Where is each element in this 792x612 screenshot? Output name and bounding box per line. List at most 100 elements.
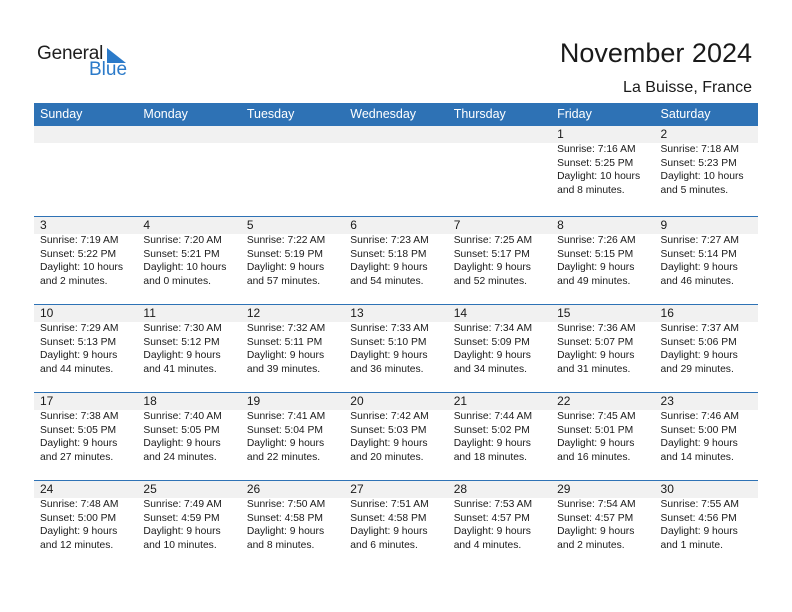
- daylight-minutes-text: and 36 minutes.: [350, 363, 424, 375]
- sunset-text: Sunset: 5:01 PM: [557, 424, 634, 436]
- daylight-text: Daylight: 9 hours: [660, 262, 738, 273]
- day-number: 29: [557, 482, 571, 496]
- daylight-text: Daylight: 10 hours: [660, 171, 744, 182]
- sunrise-text: Sunrise: 7:48 AM: [40, 499, 119, 510]
- day-number: 16: [660, 306, 674, 320]
- day-cell: 22 Sunrise: 7:45 AM Sunset: 5:01 PM Dayligh…: [551, 393, 654, 464]
- sunrise-text: Sunrise: 7:18 AM: [660, 144, 739, 155]
- weekday-wednesday: Wednesday: [350, 107, 417, 121]
- empty-day-cell: [137, 126, 240, 197]
- daylight-minutes-text: and 8 minutes.: [246, 539, 315, 551]
- weekday-tuesday: Tuesday: [246, 107, 295, 121]
- daylight-minutes-text: and 10 minutes.: [143, 539, 217, 551]
- daylight-minutes-text: and 46 minutes.: [660, 275, 734, 287]
- sunset-text: Sunset: 5:07 PM: [557, 336, 634, 348]
- week-cells: 10 Sunrise: 7:29 AM Sunset: 5:13 PM Dayligh…: [34, 305, 758, 376]
- daylight-text: Daylight: 9 hours: [453, 438, 531, 449]
- day-number: 23: [660, 394, 674, 408]
- daylight-minutes-text: and 54 minutes.: [350, 275, 424, 287]
- sunrise-text: Sunrise: 7:16 AM: [557, 144, 636, 155]
- daylight-minutes-text: and 44 minutes.: [40, 363, 114, 375]
- sunrise-text: Sunrise: 7:42 AM: [350, 411, 429, 422]
- daylight-minutes-text: and 2 minutes.: [40, 275, 108, 287]
- sunset-text: Sunset: 5:05 PM: [40, 424, 117, 436]
- daylight-text: Daylight: 10 hours: [143, 262, 227, 273]
- sunset-text: Sunset: 5:09 PM: [453, 336, 530, 348]
- day-cell: 14 Sunrise: 7:34 AM Sunset: 5:09 PM Dayligh…: [448, 305, 551, 376]
- daylight-minutes-text: and 41 minutes.: [143, 363, 217, 375]
- daylight-minutes-text: and 16 minutes.: [557, 451, 631, 463]
- day-cell: 29 Sunrise: 7:54 AM Sunset: 4:57 PM Dayligh…: [551, 481, 654, 552]
- day-cell: 10 Sunrise: 7:29 AM Sunset: 5:13 PM Dayligh…: [34, 305, 137, 376]
- day-cell: 4 Sunrise: 7:20 AM Sunset: 5:21 PM Daylight…: [137, 217, 240, 288]
- sunset-text: Sunset: 5:11 PM: [246, 336, 323, 348]
- sunset-text: Sunset: 5:22 PM: [40, 248, 117, 260]
- sunrise-text: Sunrise: 7:44 AM: [453, 411, 533, 422]
- day-number: 25: [143, 482, 157, 496]
- day-cell: 17 Sunrise: 7:38 AM Sunset: 5:05 PM Dayligh…: [34, 393, 137, 464]
- daylight-minutes-text: and 31 minutes.: [557, 363, 631, 375]
- empty-day-cell: [34, 126, 137, 197]
- day-cell: 9 Sunrise: 7:27 AM Sunset: 5:14 PM Daylight…: [655, 217, 758, 288]
- daylight-text: Daylight: 10 hours: [40, 262, 123, 273]
- week-row: 3 Sunrise: 7:19 AM Sunset: 5:22 PM Daylight…: [34, 216, 758, 304]
- day-cell: 27 Sunrise: 7:51 AM Sunset: 4:58 PM Dayligh…: [344, 481, 447, 552]
- day-number: 21: [453, 394, 468, 408]
- daylight-text: Daylight: 9 hours: [557, 262, 635, 273]
- day-number: 20: [350, 394, 364, 408]
- day-number: 5: [246, 218, 254, 232]
- daylight-text: Daylight: 9 hours: [453, 262, 531, 273]
- daylight-text: Daylight: 9 hours: [557, 350, 635, 361]
- daylight-minutes-text: and 0 minutes.: [143, 275, 211, 287]
- daylight-minutes-text: and 34 minutes.: [453, 363, 527, 375]
- day-cell: 8 Sunrise: 7:26 AM Sunset: 5:15 PM Daylight…: [551, 217, 654, 288]
- day-cell: 15 Sunrise: 7:36 AM Sunset: 5:07 PM Dayligh…: [551, 305, 654, 376]
- daylight-minutes-text: and 14 minutes.: [660, 451, 734, 463]
- day-cell: 24 Sunrise: 7:48 AM Sunset: 5:00 PM Dayligh…: [34, 481, 137, 552]
- daylight-minutes-text: and 52 minutes.: [453, 275, 527, 287]
- week-row: 1 Sunrise: 7:16 AM Sunset: 5:25 PM Daylight…: [34, 126, 758, 216]
- sunset-text: Sunset: 5:03 PM: [350, 424, 427, 436]
- daylight-text: Daylight: 9 hours: [246, 438, 325, 449]
- sunrise-text: Sunrise: 7:25 AM: [453, 235, 533, 246]
- daylight-minutes-text: and 4 minutes.: [453, 539, 522, 551]
- sunset-text: Sunset: 5:06 PM: [660, 336, 737, 348]
- daylight-text: Daylight: 9 hours: [350, 350, 428, 361]
- sunrise-text: Sunrise: 7:49 AM: [143, 499, 222, 510]
- page-title: November 2024: [559, 38, 752, 68]
- day-cell: 2 Sunrise: 7:18 AM Sunset: 5:23 PM Daylight…: [655, 126, 758, 197]
- empty-day-cell: [448, 126, 551, 197]
- day-cell: 5 Sunrise: 7:22 AM Sunset: 5:19 PM Daylight…: [241, 217, 344, 288]
- day-cell: 18 Sunrise: 7:40 AM Sunset: 5:05 PM Dayligh…: [137, 393, 240, 464]
- daylight-text: Daylight: 9 hours: [246, 262, 325, 273]
- sunrise-text: Sunrise: 7:46 AM: [660, 411, 739, 422]
- day-number: 18: [143, 394, 157, 408]
- week-row: 17 Sunrise: 7:38 AM Sunset: 5:05 PM Dayligh…: [34, 392, 758, 480]
- sunrise-text: Sunrise: 7:51 AM: [350, 499, 429, 510]
- day-number: 2: [660, 127, 668, 141]
- sunset-text: Sunset: 5:00 PM: [660, 424, 737, 436]
- daylight-minutes-text: and 18 minutes.: [453, 451, 527, 463]
- calendar-grid: Sunday Monday Tuesday Wednesday Thursday…: [34, 103, 758, 568]
- daylight-text: Daylight: 9 hours: [453, 350, 531, 361]
- daylight-text: Daylight: 10 hours: [557, 171, 641, 182]
- week-row: 24 Sunrise: 7:48 AM Sunset: 5:00 PM Dayligh…: [34, 480, 758, 568]
- week-cells: 24 Sunrise: 7:48 AM Sunset: 5:00 PM Dayligh…: [34, 481, 758, 552]
- weekday-friday: Friday: [557, 107, 592, 121]
- daylight-minutes-text: and 57 minutes.: [246, 275, 321, 287]
- daylight-text: Daylight: 9 hours: [453, 526, 531, 537]
- day-number: 3: [40, 218, 47, 232]
- day-number: 11: [143, 306, 156, 320]
- day-number: 22: [557, 394, 571, 408]
- daylight-text: Daylight: 9 hours: [246, 350, 325, 361]
- daylight-text: Daylight: 9 hours: [143, 438, 221, 449]
- day-cell: 3 Sunrise: 7:19 AM Sunset: 5:22 PM Daylight…: [34, 217, 137, 288]
- day-cell: 26 Sunrise: 7:50 AM Sunset: 4:58 PM Dayligh…: [241, 481, 344, 552]
- weeks-container: 1 Sunrise: 7:16 AM Sunset: 5:25 PM Daylight…: [34, 126, 758, 568]
- daylight-minutes-text: and 1 minute.: [660, 539, 723, 551]
- day-cell: 13 Sunrise: 7:33 AM Sunset: 5:10 PM Dayligh…: [344, 305, 447, 376]
- day-number: 4: [143, 218, 151, 232]
- logo-text-blue: Blue: [89, 59, 128, 80]
- day-cell: 21 Sunrise: 7:44 AM Sunset: 5:02 PM Dayligh…: [448, 393, 551, 464]
- day-cell: 6 Sunrise: 7:23 AM Sunset: 5:18 PM Daylight…: [344, 217, 447, 288]
